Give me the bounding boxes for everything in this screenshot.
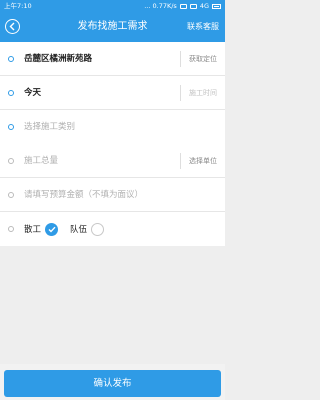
location-time-panel: 岳麓区橘洲新苑路 获取定位 今天 施工时间 选择施工类别: [0, 42, 225, 144]
battery-icon: [212, 3, 221, 9]
network-type: 4G: [199, 2, 209, 10]
total-input[interactable]: 施工总量: [24, 144, 58, 178]
alarm-icon: [179, 3, 187, 9]
radio-label: 队伍: [70, 225, 88, 235]
bullet-icon: [8, 56, 14, 62]
status-time: 上午7:10: [4, 2, 32, 10]
select-unit-button[interactable]: 选择单位: [180, 153, 217, 169]
bullet-icon: [8, 158, 14, 164]
get-location-button[interactable]: 获取定位: [180, 51, 217, 67]
time-row[interactable]: 今天 施工时间: [0, 76, 225, 110]
location-row[interactable]: 岳麓区橘洲新苑路 获取定位: [0, 42, 225, 76]
confirm-publish-button[interactable]: 确认发布: [4, 370, 221, 397]
construction-time-button[interactable]: 施工时间: [180, 85, 217, 101]
bullet-icon: [8, 192, 14, 198]
nav-bar: 发布找施工需求 联系客服: [0, 12, 225, 42]
bullet-icon: [8, 226, 14, 232]
category-row[interactable]: 选择施工类别: [0, 110, 225, 144]
budget-input[interactable]: 请填写预算金额（不填为面议）: [24, 178, 143, 212]
budget-row[interactable]: 请填写预算金额（不填为面议）: [0, 178, 225, 212]
contact-service-button[interactable]: 联系客服: [187, 12, 219, 42]
total-row[interactable]: 施工总量 选择单位: [0, 144, 225, 178]
status-icons: ... 0.77K/s 4G: [144, 0, 221, 12]
bullet-icon: [8, 90, 14, 96]
bottom-bar: 确认发布: [0, 364, 225, 400]
location-value: 岳麓区橘洲新苑路: [24, 54, 93, 64]
radio-option-scattered[interactable]: 散工: [24, 212, 59, 246]
radio-option-team[interactable]: 队伍: [70, 212, 105, 246]
radio-checked-icon[interactable]: [45, 222, 59, 236]
quantity-budget-panel: 施工总量 选择单位 请填写预算金额（不填为面议） 散工 队伍: [0, 144, 225, 246]
status-bar: 上午7:10 ... 0.77K/s 4G: [0, 0, 225, 12]
check-icon: [48, 226, 56, 233]
category-placeholder: 选择施工类别: [24, 122, 76, 132]
network-speed: ... 0.77K/s: [144, 2, 177, 10]
time-value: 今天: [24, 88, 42, 98]
bullet-icon: [8, 124, 14, 130]
radio-unchecked-icon[interactable]: [91, 222, 105, 236]
worker-type-row: 散工 队伍: [0, 212, 225, 246]
wifi-icon: [189, 3, 197, 9]
radio-label: 散工: [24, 225, 42, 235]
